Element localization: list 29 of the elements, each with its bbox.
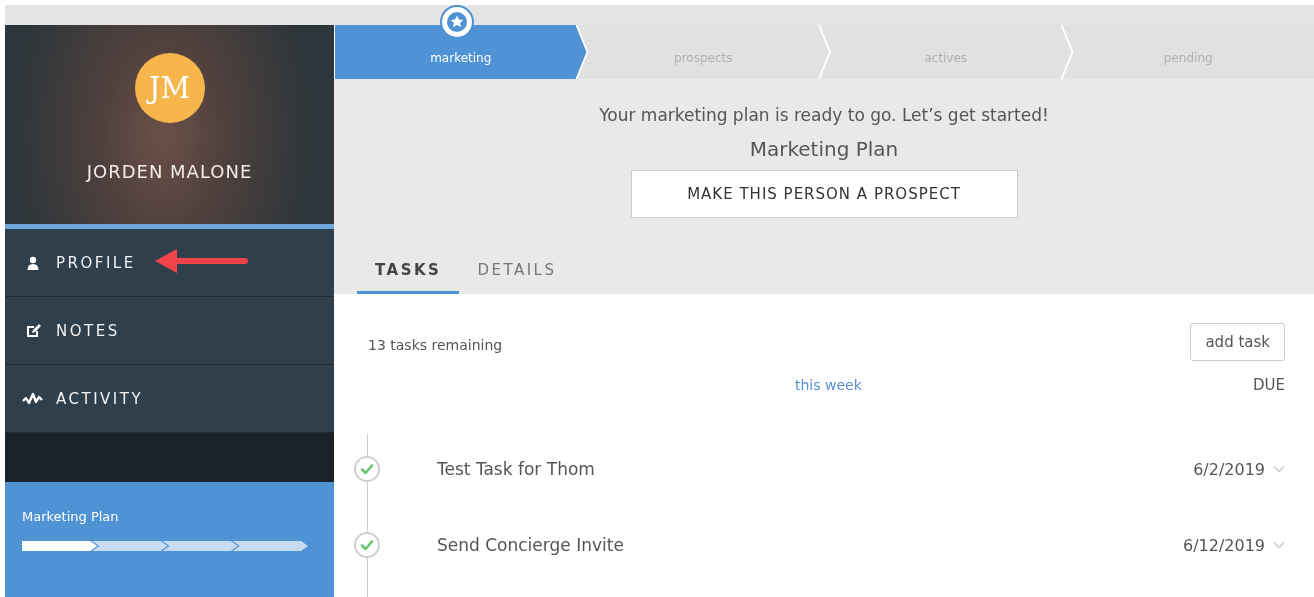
check-icon (360, 463, 374, 475)
avatar: JM (134, 53, 205, 123)
due-date: 6/12/2019 (1182, 535, 1265, 555)
plan-title: Marketing Plan (22, 509, 119, 524)
add-task-button[interactable]: add task (1190, 323, 1285, 361)
tasks-remaining: 13 tasks remaining (368, 337, 503, 353)
check-icon (360, 539, 374, 551)
task-title[interactable]: Send Concierge Invite (437, 535, 624, 555)
person-icon (27, 255, 39, 270)
status-message: Your marketing plan is ready to go. Let’s get started! (599, 105, 1049, 125)
nav-item[interactable]: NOTES (5, 297, 334, 365)
task-checkbox[interactable] (354, 456, 380, 482)
due-date: 6/2/2019 (1193, 459, 1265, 479)
user-name: JORDEN MALONE (86, 161, 253, 182)
pointer-arrow-icon (153, 247, 251, 275)
due-header: DUE (1253, 376, 1285, 394)
group-label: this week (795, 377, 862, 393)
nav-item[interactable]: ACTIVITY (5, 365, 334, 433)
tab[interactable]: TASKS (357, 261, 460, 294)
edit-icon (25, 323, 41, 338)
chevron-down-icon[interactable] (1273, 465, 1285, 473)
plan-name: Marketing Plan (749, 137, 899, 161)
make-prospect-button[interactable]: MAKE THIS PERSON A PROSPECT (630, 170, 1018, 218)
pulse-icon (22, 391, 44, 406)
task-title[interactable]: Test Task for Thom (437, 459, 595, 479)
tab[interactable]: DETAILS (459, 261, 575, 294)
chevron-down-icon[interactable] (1273, 541, 1285, 549)
nav-item[interactable]: PROFILE (5, 229, 334, 297)
task-checkbox[interactable] (354, 532, 380, 558)
